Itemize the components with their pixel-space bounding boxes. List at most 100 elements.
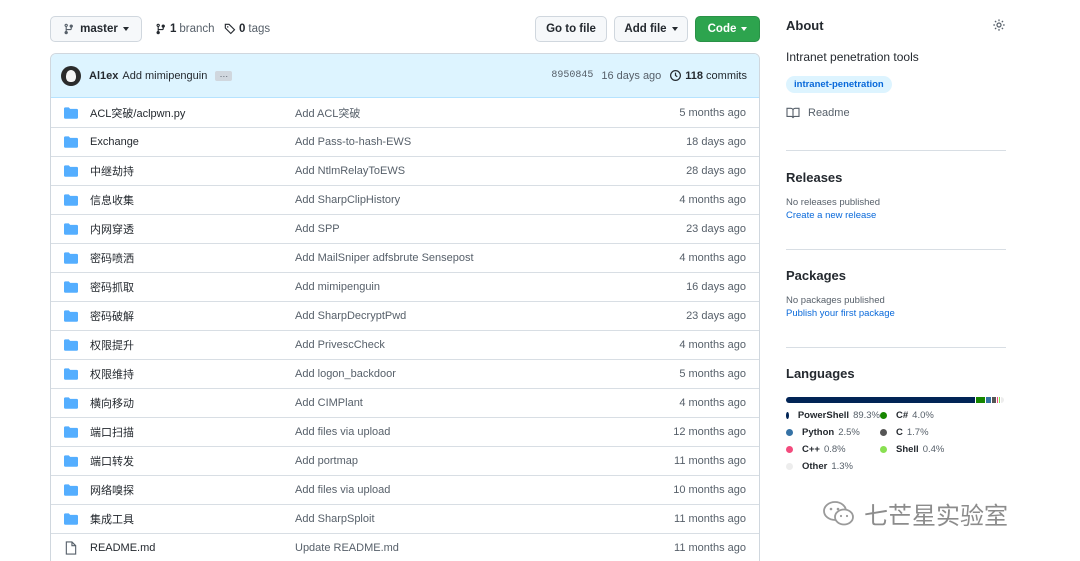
chevron-down-icon [741, 27, 748, 31]
commit-author[interactable]: Al1ex [89, 70, 118, 82]
file-name-link[interactable]: README.md [90, 542, 295, 554]
file-commit-message[interactable]: Add files via upload [295, 426, 619, 438]
file-commit-message[interactable]: Add SPP [295, 223, 619, 235]
language-item[interactable]: C# 4.0% [880, 409, 990, 422]
avatar[interactable] [61, 65, 81, 86]
file-commit-message[interactable]: Add SharpDecryptPwd [295, 310, 619, 322]
file-commit-age: 5 months ago [679, 106, 746, 119]
file-commit-message[interactable]: Add NtlmRelayToEWS [295, 165, 619, 177]
releases-title[interactable]: Releases [786, 170, 1006, 185]
file-commit-age: 16 days ago [686, 281, 746, 293]
file-commit-message[interactable]: Add mimipenguin [295, 281, 619, 293]
file-row[interactable]: ACL突破/aclpwn.py Add ACL突破 5 months ago [51, 98, 759, 127]
file-name-link[interactable]: 权限提升 [90, 337, 295, 353]
commit-message[interactable]: Add mimipenguin [122, 70, 207, 82]
language-percent: 4.0% [912, 410, 934, 421]
sidebar-divider [786, 347, 1006, 348]
language-bar-segment [786, 397, 976, 403]
file-name-link[interactable]: 集成工具 [90, 511, 295, 527]
packages-title[interactable]: Packages [786, 268, 1006, 283]
language-bar-segment [1001, 397, 1004, 403]
file-name-link[interactable]: 密码破解 [90, 308, 295, 324]
readme-link[interactable]: Readme [786, 107, 1006, 119]
file-row[interactable]: 中继劫持 Add NtlmRelayToEWS 28 days ago [51, 156, 759, 185]
file-name-link[interactable]: 信息收集 [90, 192, 295, 208]
file-row[interactable]: Exchange Add Pass-to-hash-EWS 18 days ago [51, 127, 759, 156]
language-item[interactable]: Python 2.5% [786, 426, 880, 439]
file-commit-age: 28 days ago [686, 165, 746, 177]
about-title: About [786, 17, 824, 33]
file-commit-message[interactable]: Add files via upload [295, 484, 619, 496]
file-name-link[interactable]: Exchange [90, 136, 295, 148]
file-row[interactable]: 横向移动 Add CIMPlant 4 months ago [51, 388, 759, 417]
file-row[interactable]: 密码破解 Add SharpDecryptPwd 23 days ago [51, 301, 759, 330]
file-row[interactable]: 密码抓取 Add mimipenguin 16 days ago [51, 272, 759, 301]
releases-empty-text: No releases published [786, 197, 881, 208]
language-name: PowerShell [797, 410, 850, 421]
file-commit-message[interactable]: Add MailSniper adfsbrute Sensepost [295, 252, 619, 264]
file-name-link[interactable]: 权限维持 [90, 366, 295, 382]
language-item[interactable]: Other 1.3% [786, 460, 880, 473]
file-row[interactable]: 权限维持 Add logon_backdoor 5 months ago [51, 359, 759, 388]
file-name-link[interactable]: 端口转发 [90, 453, 295, 469]
file-name-link[interactable]: 中继劫持 [90, 163, 295, 179]
branch-select-button[interactable]: master [50, 16, 142, 42]
language-name: Shell [896, 444, 919, 455]
file-commit-message[interactable]: Add ACL突破 [295, 105, 619, 121]
language-item[interactable]: Shell 0.4% [880, 443, 990, 456]
code-button[interactable]: Code [695, 16, 760, 42]
file-commit-message[interactable]: Add PrivescCheck [295, 339, 619, 351]
folder-icon [63, 368, 78, 380]
file-row[interactable]: 网络嗅探 Add files via upload 10 months ago [51, 475, 759, 504]
language-bar-segment [985, 397, 992, 403]
file-commit-age: 11 months ago [674, 542, 746, 554]
topic-tag[interactable]: intranet-penetration [786, 76, 892, 93]
file-row[interactable]: 端口扫描 Add files via upload 12 months ago [51, 417, 759, 446]
go-to-file-button[interactable]: Go to file [535, 16, 607, 42]
file-commit-message[interactable]: Add CIMPlant [295, 397, 619, 409]
file-commit-message[interactable]: Update README.md [295, 542, 619, 554]
file-name-link[interactable]: 端口扫描 [90, 424, 295, 440]
language-name: C++ [802, 444, 820, 455]
commit-expand-button[interactable]: … [215, 69, 233, 81]
commit-sha[interactable]: 8950845 [551, 70, 593, 81]
tags-link[interactable]: 0 tags [224, 16, 270, 42]
branches-link[interactable]: 1 branch [155, 16, 215, 42]
file-name-link[interactable]: 密码抓取 [90, 279, 295, 295]
file-row[interactable]: 权限提升 Add PrivescCheck 4 months ago [51, 330, 759, 359]
language-item[interactable]: C 1.7% [880, 426, 990, 439]
file-row[interactable]: README.md Update README.md 11 months ago [51, 533, 759, 561]
language-item[interactable]: PowerShell 89.3% [786, 409, 880, 422]
file-name-link[interactable]: 横向移动 [90, 395, 295, 411]
create-release-link[interactable]: Create a new release [786, 210, 1006, 221]
code-label: Code [707, 23, 737, 35]
file-row[interactable]: 集成工具 Add SharpSploit 11 months ago [51, 504, 759, 533]
file-row[interactable]: 信息收集 Add SharpClipHistory 4 months ago [51, 185, 759, 214]
file-commit-message[interactable]: Add SharpClipHistory [295, 194, 619, 206]
file-icon [63, 541, 78, 555]
language-name: C [896, 427, 903, 438]
file-commit-age: 5 months ago [679, 368, 746, 380]
file-commit-message[interactable]: Add Pass-to-hash-EWS [295, 136, 619, 148]
file-name-link[interactable]: 网络嗅探 [90, 482, 295, 498]
add-file-button[interactable]: Add file [614, 16, 688, 42]
readme-label: Readme [808, 107, 850, 119]
file-row[interactable]: 密码喷洒 Add MailSniper adfsbrute Sensepost 4 … [51, 243, 759, 272]
language-percent: 0.8% [823, 444, 846, 455]
publish-package-link[interactable]: Publish your first package [786, 308, 1006, 319]
file-commit-message[interactable]: Add logon_backdoor [295, 368, 619, 380]
file-name-link[interactable]: 内网穿透 [90, 221, 295, 237]
file-name-link[interactable]: ACL突破/aclpwn.py [90, 105, 295, 121]
language-item[interactable]: C++ 0.8% [786, 443, 880, 456]
file-row[interactable]: 端口转发 Add portmap 11 months ago [51, 446, 759, 475]
file-commit-message[interactable]: Add SharpSploit [295, 513, 619, 525]
folder-icon [63, 484, 78, 496]
commit-history-link[interactable]: 118 commits [669, 69, 747, 82]
commit-age: 16 days ago [601, 69, 662, 82]
language-dot-icon [786, 429, 793, 436]
tag-count: 0 [239, 23, 246, 35]
file-name-link[interactable]: 密码喷洒 [90, 250, 295, 266]
file-commit-message[interactable]: Add portmap [295, 455, 619, 467]
gear-icon[interactable] [992, 18, 1006, 32]
file-row[interactable]: 内网穿透 Add SPP 23 days ago [51, 214, 759, 243]
